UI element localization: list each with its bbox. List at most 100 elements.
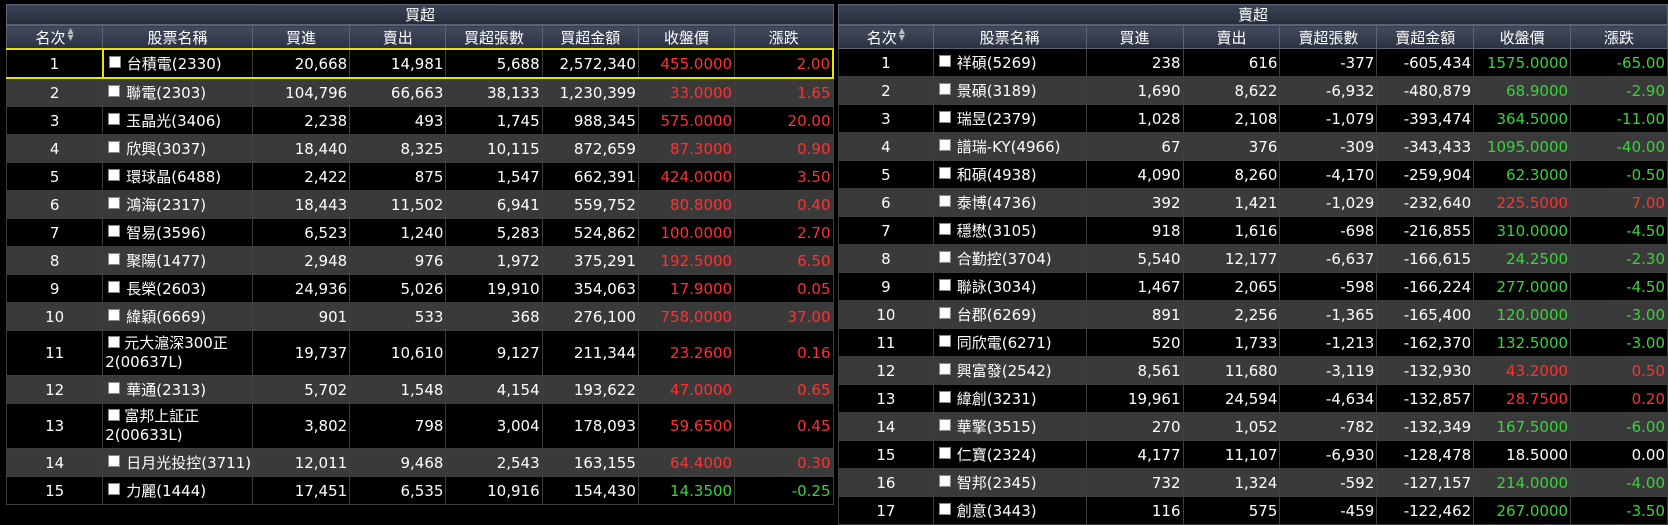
stock-name[interactable]: 長榮(2603) <box>126 280 206 298</box>
sell-header-change[interactable]: 漲跌 <box>1570 25 1668 49</box>
cell-name[interactable]: 景碩(3189) <box>932 76 1087 105</box>
cell-name[interactable]: 欣興(3037) <box>102 134 253 163</box>
select-checkbox[interactable] <box>938 390 951 403</box>
cell-name[interactable]: 聯詠(3034) <box>932 272 1087 301</box>
select-checkbox[interactable] <box>108 280 121 293</box>
cell-name[interactable]: 仁寶(2324) <box>932 440 1087 469</box>
stock-name[interactable]: 泰博(4736) <box>957 194 1037 212</box>
buy-header-sell[interactable]: 賣出 <box>349 25 447 50</box>
table-row[interactable]: 1 台積電(2330) 20,668 14,981 5,688 2,572,340 455.… <box>5 48 835 79</box>
cell-name[interactable]: 富邦上証正2(00633L) <box>102 403 253 449</box>
stock-name[interactable]: 智易(3596) <box>126 224 206 242</box>
buy-header-close[interactable]: 收盤價 <box>637 25 736 50</box>
table-row[interactable]: 14 日月光投控(3711) 12,011 9,468 2,543 163,155 64.4… <box>5 448 834 477</box>
cell-name[interactable]: 祥碩(5269) <box>932 48 1087 77</box>
cell-name[interactable]: 環球晶(6488) <box>102 162 253 191</box>
buy-header-amount[interactable]: 買超金額 <box>541 25 639 50</box>
stock-name[interactable]: 日月光投控(3711) <box>126 454 251 472</box>
table-row[interactable]: 15 仁寶(2324) 4,177 11,107 -6,930 -128,478 18.50… <box>838 440 1668 469</box>
select-checkbox[interactable] <box>108 224 121 237</box>
cell-name[interactable]: 合勤控(3704) <box>932 244 1087 273</box>
select-checkbox[interactable] <box>108 381 121 394</box>
sell-header-buy[interactable]: 買進 <box>1085 25 1184 49</box>
stock-name[interactable]: 同欣電(6271) <box>957 334 1052 352</box>
buy-header-name[interactable]: 股票名稱 <box>102 25 253 50</box>
cell-name[interactable]: 元大滬深300正2(00637L) <box>102 330 253 376</box>
select-checkbox[interactable] <box>938 82 951 95</box>
table-row[interactable]: 12 華通(2313) 5,702 1,548 4,154 193,622 47.0000 0… <box>5 375 834 404</box>
table-row[interactable]: 4 欣興(3037) 18,440 8,325 10,115 872,659 87.3000… <box>5 134 834 163</box>
table-row[interactable]: 4 譜瑞-KY(4966) 67 376 -309 -343,433 1095.0000 -4… <box>838 132 1668 161</box>
select-checkbox[interactable] <box>938 474 951 487</box>
cell-name[interactable]: 長榮(2603) <box>102 274 253 303</box>
stock-name[interactable]: 和碩(4938) <box>957 166 1037 184</box>
stock-name[interactable]: 興富發(2542) <box>957 362 1052 380</box>
stock-name[interactable]: 景碩(3189) <box>957 82 1037 100</box>
cell-name[interactable]: 同欣電(6271) <box>932 328 1087 357</box>
cell-name[interactable]: 和碩(4938) <box>932 160 1087 189</box>
select-checkbox[interactable] <box>938 138 951 151</box>
select-checkbox[interactable] <box>938 250 951 263</box>
table-row[interactable]: 13 富邦上証正2(00633L) 3,802 798 3,004 178,093 59.6… <box>5 403 834 449</box>
cell-name[interactable]: 緯穎(6669) <box>102 302 253 331</box>
cell-name[interactable]: 華擎(3515) <box>932 412 1087 441</box>
stock-name[interactable]: 元大滬深300正2(00637L) <box>105 334 228 371</box>
table-row[interactable]: 10 緯穎(6669) 901 533 368 276,100 758.0000 37.00 <box>5 302 834 331</box>
select-checkbox[interactable] <box>108 112 121 125</box>
cell-name[interactable]: 興富發(2542) <box>932 356 1087 385</box>
select-checkbox[interactable] <box>938 54 951 67</box>
stock-name[interactable]: 合勤控(3704) <box>957 250 1052 268</box>
table-row[interactable]: 13 緯創(3231) 19,961 24,594 -4,634 -132,857 28.7… <box>838 384 1668 413</box>
table-row[interactable]: 5 和碩(4938) 4,090 8,260 -4,170 -259,904 62.3000… <box>838 160 1668 189</box>
stock-name[interactable]: 緯創(3231) <box>957 390 1037 408</box>
cell-name[interactable]: 瑞昱(2379) <box>932 104 1087 133</box>
stock-name[interactable]: 聯詠(3034) <box>957 278 1037 296</box>
buy-header-buy[interactable]: 買進 <box>251 25 351 50</box>
sell-header-sell[interactable]: 賣出 <box>1182 25 1281 49</box>
stock-name[interactable]: 聯電(2303) <box>126 84 206 102</box>
select-checkbox[interactable] <box>938 166 951 179</box>
table-row[interactable]: 2 景碩(3189) 1,690 8,622 -6,932 -480,879 68.9000… <box>838 76 1668 105</box>
buy-header-rank[interactable]: 名次 ▲ ▼ <box>5 25 104 50</box>
sell-header-net[interactable]: 賣超張數 <box>1279 25 1378 49</box>
stock-name[interactable]: 玉晶光(3406) <box>126 112 221 130</box>
table-row[interactable]: 8 合勤控(3704) 5,540 12,177 -6,637 -166,615 24.25… <box>838 244 1668 273</box>
cell-name[interactable]: 力麗(1444) <box>102 476 253 505</box>
select-checkbox[interactable] <box>938 446 951 459</box>
select-checkbox[interactable] <box>108 196 121 209</box>
cell-name[interactable]: 鴻海(2317) <box>102 190 253 219</box>
select-checkbox[interactable] <box>108 308 121 321</box>
cell-name[interactable]: 譜瑞-KY(4966) <box>932 132 1087 161</box>
stock-name[interactable]: 譜瑞-KY(4966) <box>957 138 1061 156</box>
select-checkbox[interactable] <box>938 278 951 291</box>
cell-name[interactable]: 創意(3443) <box>932 496 1087 525</box>
table-row[interactable]: 2 聯電(2303) 104,796 66,663 38,133 1,230,399 33.… <box>5 77 834 107</box>
select-checkbox[interactable] <box>938 502 951 515</box>
sell-header-close[interactable]: 收盤價 <box>1473 25 1572 49</box>
table-row[interactable]: 9 聯詠(3034) 1,467 2,065 -598 -166,224 277.0000-… <box>838 272 1668 301</box>
sell-header-rank[interactable]: 名次 ▲ ▼ <box>838 25 934 49</box>
cell-name[interactable]: 日月光投控(3711) <box>102 448 253 477</box>
table-row[interactable]: 7 穩懋(3105) 918 1,616 -698 -216,855 310.0000 -4.… <box>838 216 1668 245</box>
stock-name[interactable]: 智邦(2345) <box>957 474 1037 492</box>
stock-name[interactable]: 仁寶(2324) <box>957 446 1037 464</box>
buy-header-change[interactable]: 漲跌 <box>734 25 834 50</box>
select-checkbox[interactable] <box>108 454 121 467</box>
stock-name[interactable]: 鴻海(2317) <box>126 196 206 214</box>
stock-name[interactable]: 欣興(3037) <box>126 140 206 158</box>
select-checkbox[interactable] <box>938 110 951 123</box>
select-checkbox[interactable] <box>108 84 121 97</box>
cell-name[interactable]: 台郡(6269) <box>932 300 1087 329</box>
select-checkbox[interactable] <box>108 408 121 421</box>
select-checkbox[interactable] <box>938 362 951 375</box>
table-row[interactable]: 7 智易(3596) 6,523 1,240 5,283 524,862 100.0000 2… <box>5 218 834 247</box>
select-checkbox[interactable] <box>108 168 121 181</box>
cell-name[interactable]: 穩懋(3105) <box>932 216 1087 245</box>
table-row[interactable]: 11 元大滬深300正2(00637L) 19,737 10,610 9,127 211,… <box>5 330 834 376</box>
stock-name[interactable]: 華通(2313) <box>126 381 206 399</box>
stock-name[interactable]: 華擎(3515) <box>957 418 1037 436</box>
cell-name[interactable]: 智邦(2345) <box>932 468 1087 497</box>
cell-name[interactable]: 泰博(4736) <box>932 188 1087 217</box>
table-row[interactable]: 15 力麗(1444) 17,451 6,535 10,916 154,430 14.350… <box>5 476 834 505</box>
stock-name[interactable]: 台積電(2330) <box>127 55 222 73</box>
